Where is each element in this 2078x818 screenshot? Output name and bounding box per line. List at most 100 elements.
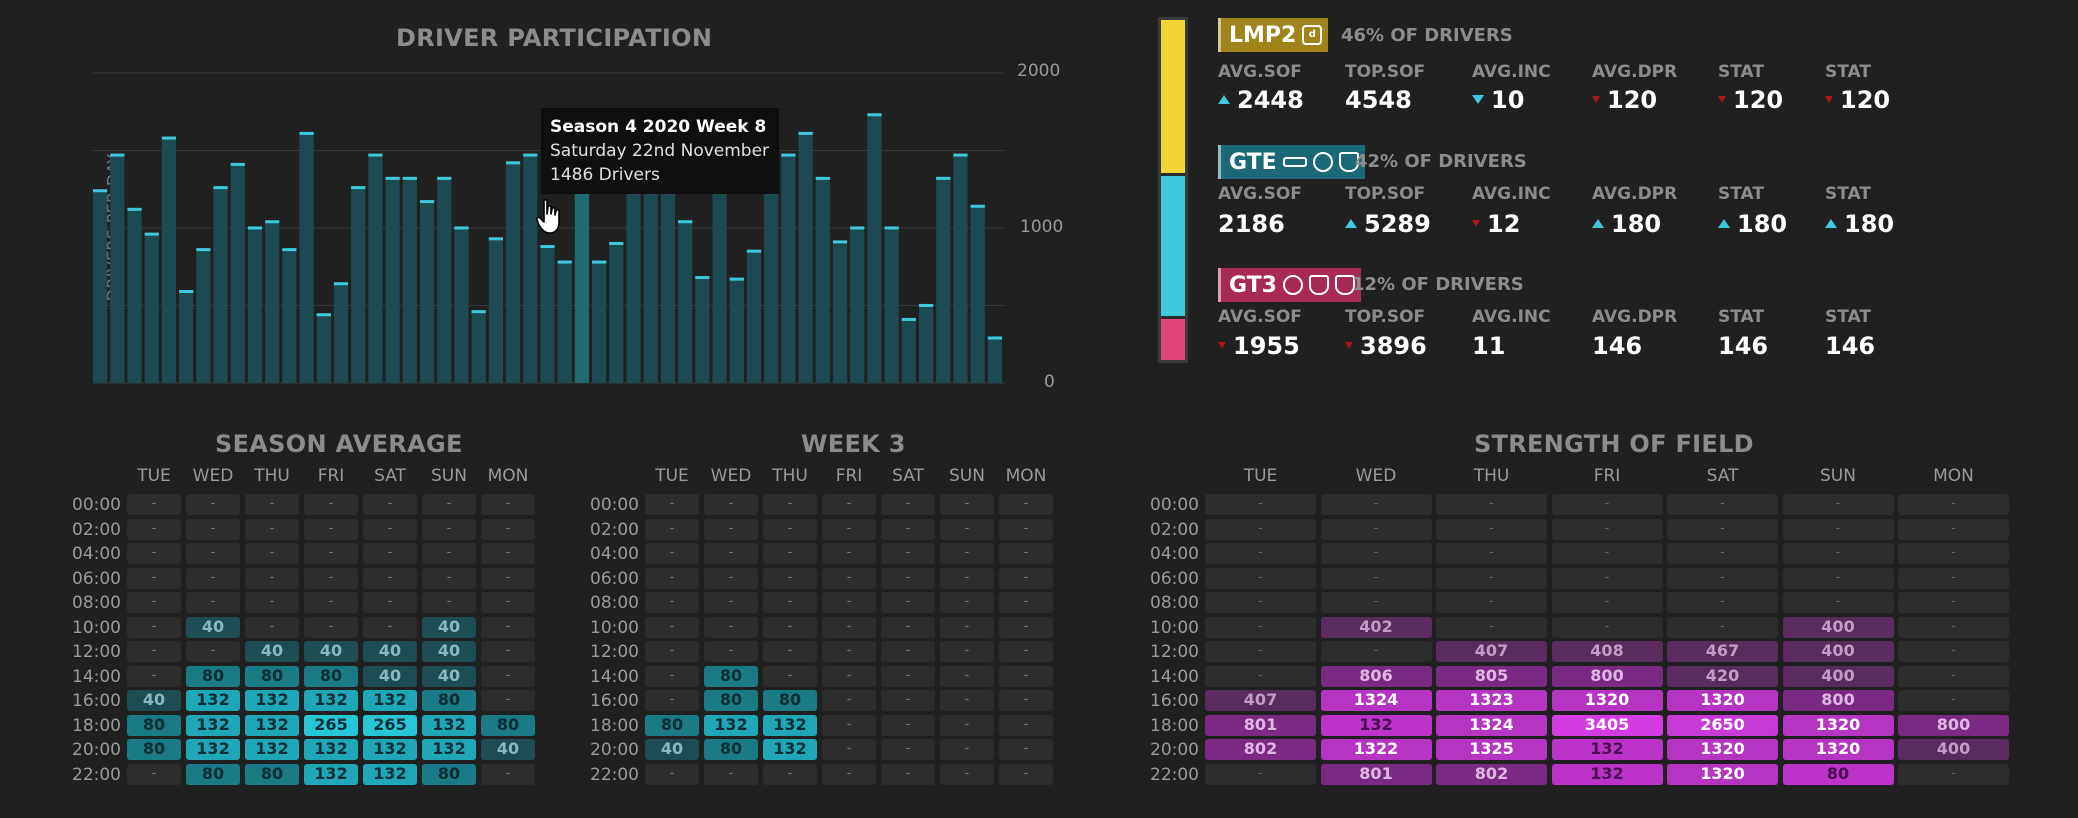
heatmap-cell[interactable]: - (1898, 567, 2009, 589)
heatmap-cell[interactable]: - (763, 616, 817, 638)
heatmap-cell[interactable]: 1320 (1667, 763, 1778, 785)
heatmap-cell[interactable]: - (999, 763, 1053, 785)
heatmap-cell[interactable]: - (940, 641, 994, 662)
heatmap-cell[interactable]: - (645, 494, 699, 515)
heatmap-cell[interactable]: - (1205, 567, 1316, 589)
heatmap-cell[interactable]: 800 (1898, 714, 2009, 736)
heatmap-cell[interactable]: - (245, 567, 299, 589)
participation-bar[interactable] (247, 226, 263, 383)
heatmap-cell[interactable]: - (1782, 494, 1894, 515)
heatmap-cell[interactable]: 132 (1551, 763, 1663, 785)
heatmap-cell[interactable]: - (822, 763, 876, 785)
heatmap-cell[interactable]: - (763, 567, 817, 589)
heatmap-cell[interactable]: 80 (481, 714, 535, 736)
heatmap-cell[interactable]: 132 (763, 714, 817, 736)
heatmap-cell[interactable]: 80 (422, 763, 476, 785)
heatmap-cell[interactable]: 132 (186, 739, 240, 760)
heatmap-cell[interactable]: - (1320, 494, 1432, 515)
participation-bar[interactable] (936, 176, 951, 383)
heatmap-cell[interactable]: - (1205, 665, 1316, 687)
participation-bar[interactable] (746, 249, 762, 383)
heatmap-cell[interactable]: - (1551, 616, 1663, 638)
heatmap-cell[interactable]: - (1898, 665, 2009, 687)
heatmap-cell[interactable]: - (363, 592, 417, 613)
heatmap-cell[interactable]: 80 (186, 665, 240, 687)
heatmap-cell[interactable]: - (645, 592, 699, 613)
heatmap-cell[interactable]: 1323 (1436, 690, 1547, 711)
participation-bar[interactable] (179, 290, 194, 383)
heatmap-cell[interactable]: - (1205, 518, 1316, 540)
heatmap-cell[interactable]: 40 (422, 641, 476, 662)
heatmap-cell[interactable]: 132 (1551, 739, 1663, 760)
participation-bar[interactable] (230, 162, 245, 383)
heatmap-cell[interactable]: - (1782, 592, 1894, 613)
participation-bar[interactable] (523, 153, 538, 383)
participation-bar[interactable] (901, 317, 916, 383)
heatmap-cell[interactable]: - (763, 665, 817, 687)
participation-bar[interactable] (351, 186, 366, 383)
heatmap-cell[interactable]: - (1898, 518, 2009, 540)
heatmap-cell[interactable]: 1320 (1782, 714, 1894, 736)
heatmap-cell[interactable]: - (999, 567, 1053, 589)
heatmap-cell[interactable]: - (1667, 518, 1778, 540)
participation-bar[interactable] (574, 176, 590, 383)
participation-bar[interactable] (815, 176, 830, 383)
heatmap-cell[interactable]: - (1436, 592, 1547, 613)
participation-bar[interactable] (144, 232, 159, 383)
heatmap-cell[interactable]: - (1436, 543, 1547, 564)
heatmap-cell[interactable]: - (645, 665, 699, 687)
heatmap-cell[interactable]: - (1205, 494, 1316, 515)
heatmap-cell[interactable]: - (1205, 641, 1316, 662)
participation-bar[interactable] (368, 153, 383, 383)
heatmap-cell[interactable]: 132 (422, 714, 476, 736)
heatmap-cell[interactable]: - (1320, 567, 1432, 589)
heatmap-cell[interactable]: - (645, 763, 699, 785)
heatmap-cell[interactable]: 132 (186, 714, 240, 736)
heatmap-cell[interactable]: - (881, 690, 935, 711)
heatmap-cell[interactable]: - (1205, 592, 1316, 613)
heatmap-cell[interactable]: - (186, 494, 240, 515)
heatmap-cell[interactable]: - (940, 567, 994, 589)
heatmap-cell[interactable]: - (999, 739, 1053, 760)
participation-bar[interactable] (867, 113, 882, 384)
heatmap-cell[interactable]: - (1205, 616, 1316, 638)
participation-bar[interactable] (282, 248, 297, 383)
heatmap-cell[interactable]: 132 (763, 739, 817, 760)
heatmap-cell[interactable]: - (1667, 616, 1778, 638)
heatmap-cell[interactable]: 802 (1205, 739, 1316, 760)
heatmap-cell[interactable]: - (127, 641, 181, 662)
heatmap-cell[interactable]: - (127, 543, 181, 564)
heatmap-cell[interactable]: 80 (763, 690, 817, 711)
participation-bar[interactable] (660, 186, 676, 383)
heatmap-cell[interactable]: 80 (1782, 763, 1894, 785)
heatmap-cell[interactable]: - (186, 641, 240, 662)
heatmap-cell[interactable]: - (481, 494, 535, 515)
heatmap-cell[interactable]: - (999, 641, 1053, 662)
participation-bar[interactable] (471, 310, 486, 383)
heatmap-cell[interactable]: - (940, 714, 994, 736)
heatmap-cell[interactable]: 40 (422, 616, 476, 638)
heatmap-cell[interactable]: 80 (304, 665, 358, 687)
participation-bar[interactable] (729, 277, 744, 383)
heatmap-cell[interactable]: - (481, 518, 535, 540)
heatmap-cell[interactable]: 132 (304, 763, 358, 785)
heatmap-cell[interactable]: 80 (186, 763, 240, 785)
participation-bar[interactable] (918, 303, 934, 383)
heatmap-cell[interactable]: - (940, 494, 994, 515)
heatmap-cell[interactable]: - (704, 616, 758, 638)
participation-bar[interactable] (127, 207, 142, 383)
heatmap-cell[interactable]: 1324 (1320, 690, 1432, 711)
heatmap-cell[interactable]: 40 (363, 641, 417, 662)
heatmap-cell[interactable]: - (704, 567, 758, 589)
heatmap-cell[interactable]: - (304, 494, 358, 515)
heatmap-cell[interactable]: - (422, 592, 476, 613)
heatmap-cell[interactable]: 1320 (1551, 690, 1663, 711)
heatmap-cell[interactable]: - (245, 518, 299, 540)
heatmap-cell[interactable]: - (940, 518, 994, 540)
heatmap-cell[interactable]: - (186, 518, 240, 540)
heatmap-cell[interactable]: 132 (186, 690, 240, 711)
heatmap-cell[interactable]: - (1205, 543, 1316, 564)
heatmap-cell[interactable]: - (645, 567, 699, 589)
heatmap-cell[interactable]: - (481, 567, 535, 589)
heatmap-cell[interactable]: - (245, 592, 299, 613)
